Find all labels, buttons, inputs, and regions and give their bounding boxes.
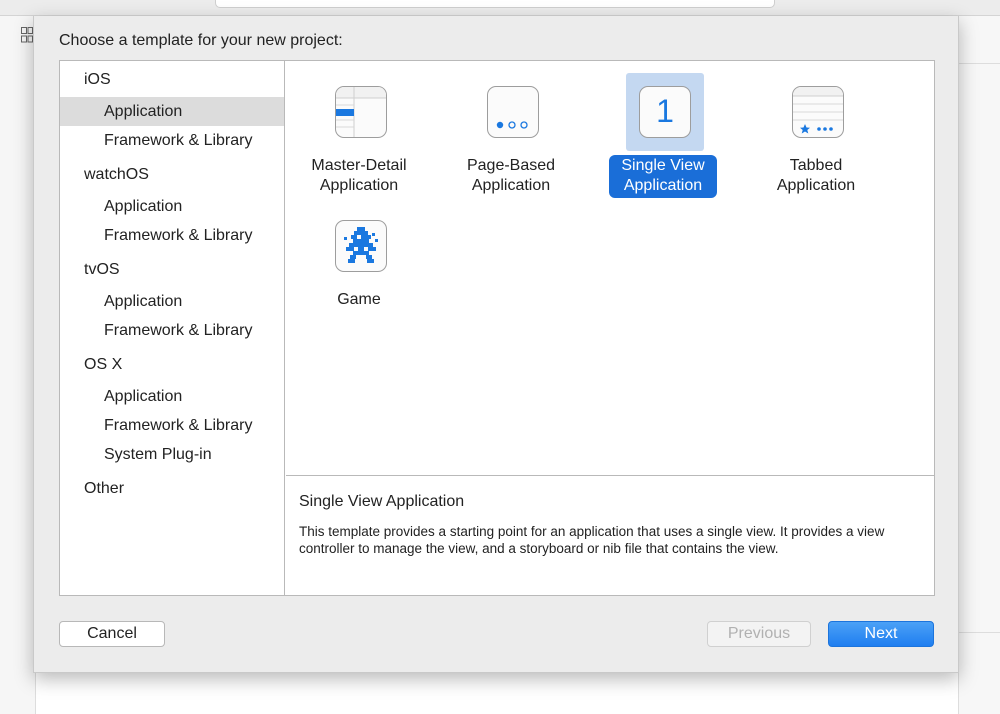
sidebar-item-watchos[interactable]: watchOS: [60, 160, 284, 189]
sidebar-item-label: Framework & Library: [104, 227, 253, 244]
template-label-line2: Application: [776, 177, 856, 194]
sidebar-item-ios-framework-library[interactable]: Framework & Library: [60, 126, 284, 155]
sidebar-item-osx-system-plugin[interactable]: System Plug-in: [60, 440, 284, 469]
template-single-view[interactable]: 1 Single View Application: [587, 67, 739, 198]
sidebar-item-ios[interactable]: iOS: [60, 65, 284, 94]
template-label-line1: Tabbed: [789, 157, 843, 174]
template-master-detail[interactable]: Master-Detail Application: [283, 67, 435, 197]
sidebar-item-label: iOS: [84, 71, 111, 88]
sidebar-item-tvos-framework-library[interactable]: Framework & Library: [60, 316, 284, 345]
template-label-line1: Game: [337, 291, 381, 308]
sidebar-item-osx[interactable]: OS X: [60, 350, 284, 379]
single-view-glyph: 1: [656, 93, 674, 129]
tabbed-icon: [792, 86, 844, 138]
sidebar-item-label: Application: [104, 388, 183, 405]
sidebar-item-osx-application[interactable]: Application: [60, 382, 284, 411]
sidebar-item-label: OS X: [84, 356, 123, 373]
grid-icon: [21, 27, 33, 43]
background-inspector: [958, 16, 1000, 714]
sidebar-item-osx-framework-library[interactable]: Framework & Library: [60, 411, 284, 440]
platform-sidebar: iOS Application Framework & Library watc…: [60, 61, 285, 595]
sidebar-item-label: Application: [104, 293, 183, 310]
background-divider: [958, 63, 1000, 64]
template-chooser-pane: iOS Application Framework & Library watc…: [59, 60, 935, 596]
template-game[interactable]: Game: [283, 201, 435, 331]
next-button[interactable]: Next: [828, 621, 934, 647]
template-label-line1: Master-Detail: [311, 157, 407, 174]
template-page-based[interactable]: Page-Based Application: [435, 67, 587, 197]
page-dots-icon: [487, 86, 539, 138]
master-detail-icon: [335, 86, 387, 138]
background-divider: [958, 632, 1000, 633]
sidebar-item-ios-application[interactable]: Application: [60, 97, 284, 126]
game-spaceship-icon: [335, 220, 387, 272]
template-tabbed[interactable]: Tabbed Application: [740, 67, 892, 197]
description-title: Single View Application: [299, 493, 465, 510]
template-label-line1: Single View: [621, 156, 705, 176]
sidebar-item-label: watchOS: [84, 166, 149, 183]
template-label-line2: Application: [623, 176, 703, 196]
sidebar-item-label: Framework & Library: [104, 132, 253, 149]
description-body: This template provides a starting point …: [299, 524, 885, 556]
sidebar-item-label: Application: [104, 103, 183, 120]
template-description: Single View Application This template pr…: [286, 475, 934, 595]
template-label-line2: Application: [471, 177, 551, 194]
sidebar-item-label: tvOS: [84, 261, 120, 278]
sidebar-item-tvos[interactable]: tvOS: [60, 255, 284, 284]
sidebar-item-label: Framework & Library: [104, 417, 253, 434]
background-navigator: [0, 16, 36, 714]
background-activity-field: [215, 0, 775, 8]
sidebar-item-label: Framework & Library: [104, 322, 253, 339]
template-label-line2: Application: [319, 177, 399, 194]
new-project-sheet: Choose a template for your new project: …: [33, 16, 959, 673]
sidebar-item-label: Application: [104, 198, 183, 215]
single-view-icon: 1: [639, 86, 691, 138]
template-label-line1: Page-Based: [466, 157, 556, 174]
sheet-title: Choose a template for your new project:: [59, 32, 343, 49]
sidebar-item-label: System Plug-in: [104, 446, 212, 463]
sidebar-item-label: Other: [84, 480, 125, 497]
cancel-button[interactable]: Cancel: [59, 621, 165, 647]
sidebar-item-watchos-application[interactable]: Application: [60, 192, 284, 221]
template-grid: Master-Detail Application Page-Based Appl: [286, 61, 934, 475]
sidebar-item-tvos-application[interactable]: Application: [60, 287, 284, 316]
sidebar-item-other[interactable]: Other: [60, 474, 284, 503]
previous-button: Previous: [707, 621, 811, 647]
sidebar-item-watchos-framework-library[interactable]: Framework & Library: [60, 221, 284, 250]
